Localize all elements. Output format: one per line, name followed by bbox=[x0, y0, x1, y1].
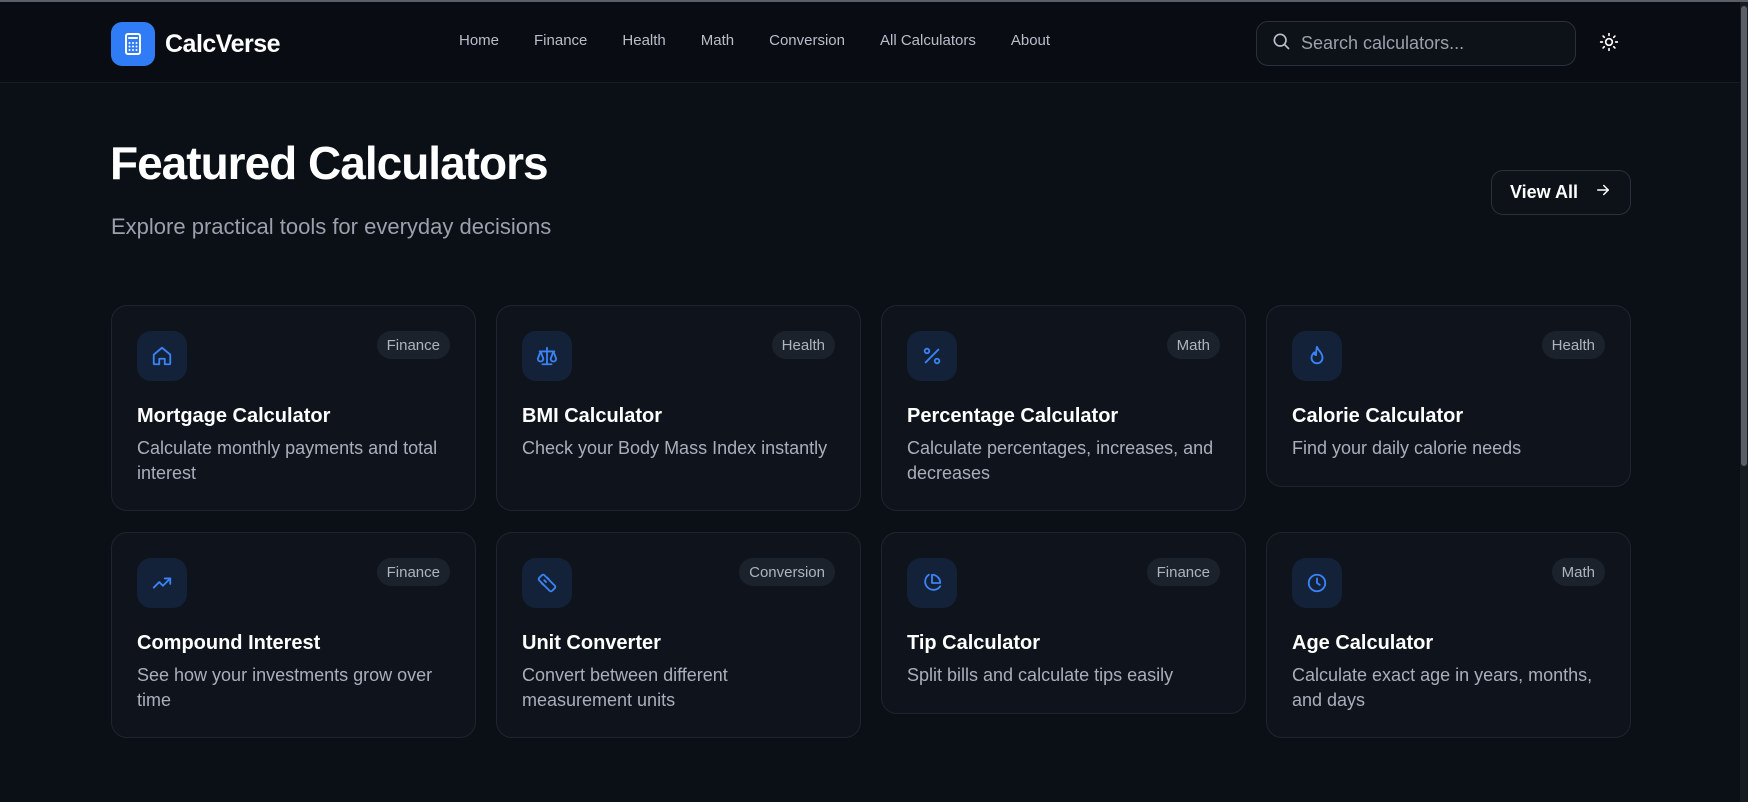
category-badge: Health bbox=[1541, 331, 1605, 359]
theme-toggle-button[interactable] bbox=[1597, 32, 1621, 56]
category-badge: Math bbox=[1551, 558, 1605, 586]
pie-chart-icon bbox=[907, 558, 957, 608]
clock-icon bbox=[1292, 558, 1342, 608]
card-description: Calculate monthly payments and total int… bbox=[137, 438, 438, 483]
main-nav: Home Finance Health Math Conversion All … bbox=[459, 32, 1085, 49]
calculator-card-mortgage[interactable]: Finance Mortgage Calculator Calculate mo… bbox=[111, 305, 476, 511]
category-badge: Finance bbox=[1146, 558, 1220, 586]
card-title: Percentage Calculator bbox=[907, 405, 1119, 427]
calculator-card-age[interactable]: Math Age Calculator Calculate exact age … bbox=[1266, 532, 1631, 738]
card-description: Calculate exact age in years, months, an… bbox=[1292, 665, 1593, 710]
nav-about[interactable]: About bbox=[1011, 32, 1050, 49]
page-subtitle: Explore practical tools for everyday dec… bbox=[111, 214, 552, 239]
view-all-button[interactable]: View All bbox=[1491, 170, 1631, 215]
flame-icon bbox=[1292, 331, 1342, 381]
calculator-card-bmi[interactable]: Health BMI Calculator Check your Body Ma… bbox=[496, 305, 861, 511]
calculator-card-tip[interactable]: Finance Tip Calculator Split bills and c… bbox=[881, 532, 1246, 714]
card-title: Tip Calculator bbox=[907, 632, 1040, 654]
calculator-grid: Finance Mortgage Calculator Calculate mo… bbox=[111, 305, 1631, 740]
card-title: BMI Calculator bbox=[522, 405, 663, 427]
scale-icon bbox=[522, 331, 572, 381]
card-description: Calculate percentages, increases, and de… bbox=[907, 438, 1214, 483]
calculator-card-unit-converter[interactable]: Conversion Unit Converter Convert betwee… bbox=[496, 532, 861, 738]
nav-health[interactable]: Health bbox=[622, 32, 665, 49]
nav-all-calculators[interactable]: All Calculators bbox=[880, 32, 976, 49]
category-badge: Finance bbox=[376, 331, 450, 359]
search-input[interactable] bbox=[1301, 33, 1561, 54]
nav-finance[interactable]: Finance bbox=[534, 32, 587, 49]
arrow-right-icon bbox=[1594, 181, 1612, 204]
calculator-icon bbox=[111, 22, 155, 66]
view-all-label: View All bbox=[1509, 182, 1579, 202]
home-icon bbox=[137, 331, 187, 381]
brand-name: CalcVerse bbox=[165, 29, 281, 58]
card-title: Age Calculator bbox=[1292, 632, 1434, 654]
card-description: See how your investments grow over time bbox=[137, 665, 433, 710]
calculator-card-compound-interest[interactable]: Finance Compound Interest See how your i… bbox=[111, 532, 476, 738]
top-navbar: CalcVerse Home Finance Health Math Conve… bbox=[0, 2, 1740, 83]
trending-up-icon bbox=[137, 558, 187, 608]
ruler-icon bbox=[522, 558, 572, 608]
card-description: Convert between different measurement un… bbox=[522, 665, 728, 710]
calculator-card-percentage[interactable]: Math Percentage Calculator Calculate per… bbox=[881, 305, 1246, 511]
brand-logo-link[interactable]: CalcVerse bbox=[111, 22, 281, 66]
category-badge: Math bbox=[1166, 331, 1220, 359]
card-description: Find your daily calorie needs bbox=[1292, 438, 1522, 458]
nav-math[interactable]: Math bbox=[701, 32, 734, 49]
card-title: Compound Interest bbox=[137, 632, 321, 654]
card-description: Check your Body Mass Index instantly bbox=[522, 438, 828, 458]
card-title: Unit Converter bbox=[522, 632, 661, 654]
page-title: Featured Calculators bbox=[110, 137, 549, 189]
search-icon bbox=[1271, 31, 1291, 56]
nav-conversion[interactable]: Conversion bbox=[769, 32, 845, 49]
card-description: Split bills and calculate tips easily bbox=[907, 665, 1174, 685]
scrollbar[interactable] bbox=[1740, 2, 1748, 802]
category-badge: Health bbox=[771, 331, 835, 359]
search-box[interactable] bbox=[1256, 21, 1576, 66]
percent-icon bbox=[907, 331, 957, 381]
nav-home[interactable]: Home bbox=[459, 32, 499, 49]
category-badge: Finance bbox=[376, 558, 450, 586]
calculator-card-calorie[interactable]: Health Calorie Calculator Find your dail… bbox=[1266, 305, 1631, 487]
card-title: Mortgage Calculator bbox=[137, 405, 331, 427]
scrollbar-thumb[interactable] bbox=[1741, 6, 1747, 466]
sun-icon bbox=[1599, 32, 1619, 57]
category-badge: Conversion bbox=[739, 558, 835, 586]
card-title: Calorie Calculator bbox=[1292, 405, 1464, 427]
